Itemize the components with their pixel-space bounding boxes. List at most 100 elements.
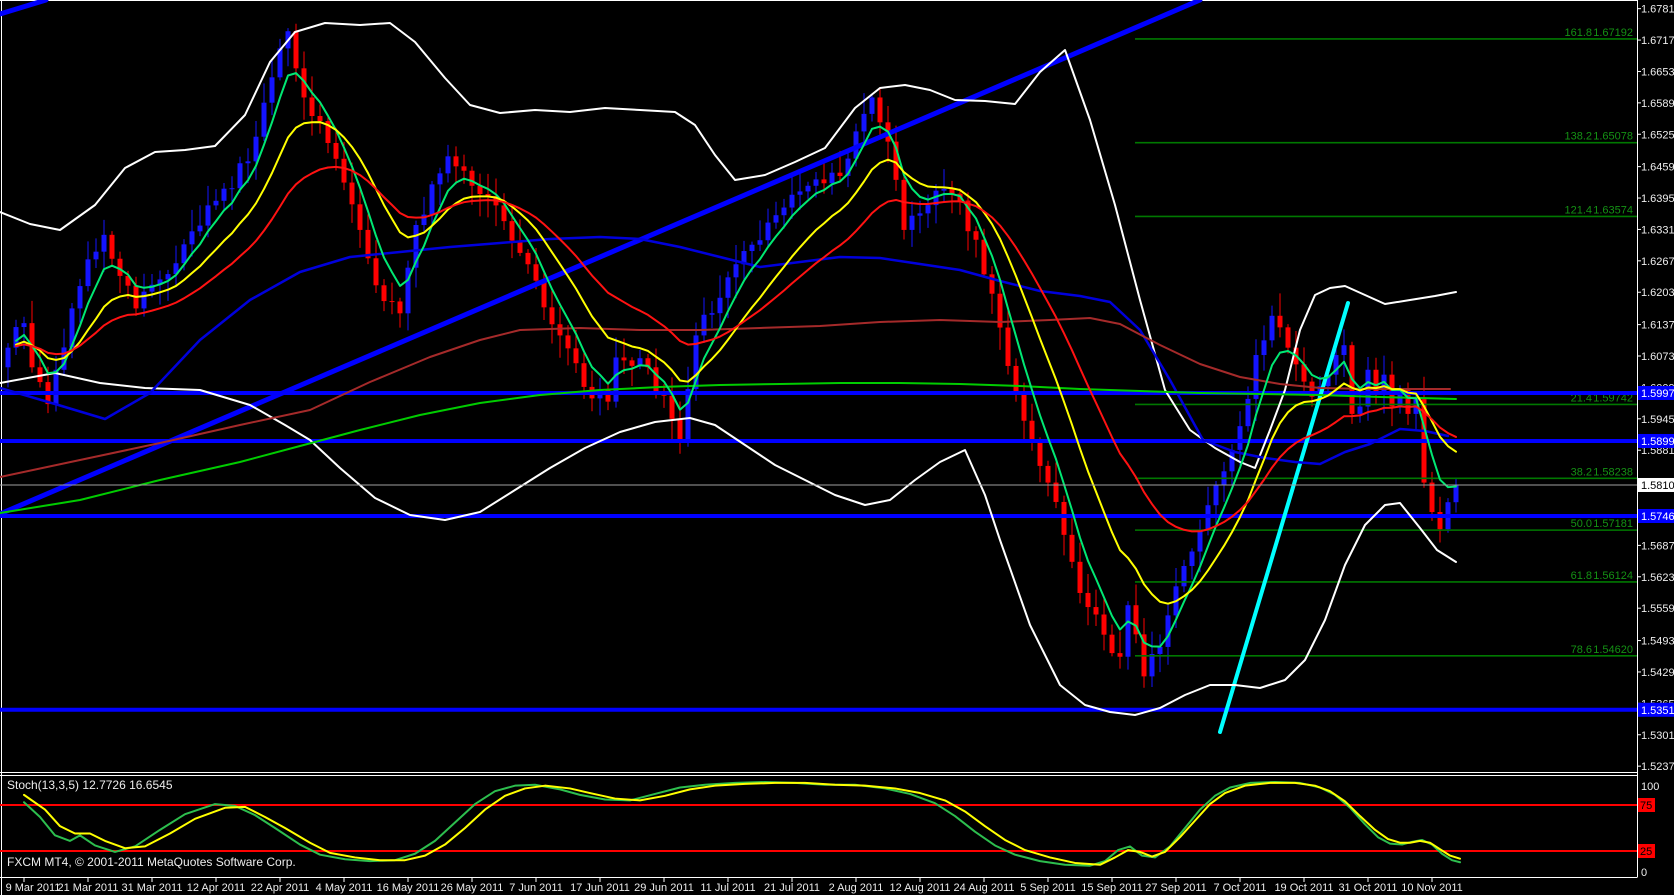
candle bbox=[438, 173, 443, 184]
price-tick-label: 1.53010 bbox=[1641, 730, 1674, 742]
candle bbox=[246, 161, 251, 163]
price-tick-label: 1.54930 bbox=[1641, 636, 1674, 648]
candle bbox=[214, 201, 219, 206]
candle bbox=[470, 171, 475, 186]
date-tick-label: 7 Oct 2011 bbox=[1214, 882, 1267, 894]
candle bbox=[614, 357, 619, 401]
fib-price-label: 1.67192 bbox=[1593, 27, 1633, 39]
candle bbox=[262, 103, 267, 137]
candle bbox=[878, 97, 883, 122]
candle bbox=[806, 186, 811, 192]
fib-price-label: 1.56124 bbox=[1593, 570, 1633, 582]
current-price-badge-text: 1.58101 bbox=[1641, 480, 1674, 492]
price-tick-label: 1.59450 bbox=[1641, 414, 1674, 426]
date-tick-label: 16 May 2011 bbox=[377, 882, 440, 894]
candle bbox=[550, 307, 555, 324]
candle bbox=[622, 357, 627, 360]
candle bbox=[1246, 399, 1251, 426]
candle bbox=[270, 77, 275, 102]
candle bbox=[862, 114, 867, 132]
candle bbox=[374, 258, 379, 285]
candle bbox=[358, 204, 363, 230]
candle bbox=[254, 137, 259, 162]
date-tick-label: 21 Mar 2011 bbox=[58, 882, 119, 894]
fib-level-label: 138.2 bbox=[1564, 131, 1592, 143]
candle bbox=[510, 221, 515, 240]
candle bbox=[1158, 647, 1163, 654]
date-tick-label: 7 Jun 2011 bbox=[509, 882, 563, 894]
candle bbox=[294, 31, 299, 68]
date-tick-label: 24 Aug 2011 bbox=[954, 882, 1015, 894]
candle bbox=[982, 240, 987, 275]
date-tick-label: 11 Jul 2011 bbox=[700, 882, 755, 894]
candle bbox=[142, 292, 147, 309]
candle bbox=[1118, 653, 1123, 657]
chart-canvas[interactable]: 161.81.67192138.21.65078121.41.6357421.4… bbox=[0, 0, 1674, 895]
date-tick-label: 22 Apr 2011 bbox=[251, 882, 310, 894]
date-tick-label: 17 Jun 2011 bbox=[570, 882, 630, 894]
candle bbox=[86, 259, 91, 286]
candle bbox=[110, 235, 115, 259]
price-tick-label: 1.65250 bbox=[1641, 129, 1674, 141]
indicator-value-signal: 16.6545 bbox=[129, 778, 172, 792]
hline-price-badge-text: 1.53519 bbox=[1641, 705, 1674, 717]
date-tick-label: 15 Sep 2011 bbox=[1081, 882, 1143, 894]
candle bbox=[190, 231, 195, 244]
candle bbox=[822, 179, 827, 183]
candle bbox=[814, 179, 819, 185]
price-tick-label: 1.64590 bbox=[1641, 162, 1674, 174]
price-tick-label: 1.61370 bbox=[1641, 320, 1674, 332]
candle bbox=[310, 97, 315, 116]
candle bbox=[758, 240, 763, 245]
price-tick-label: 1.52370 bbox=[1641, 761, 1674, 773]
candle bbox=[94, 252, 99, 260]
candle bbox=[902, 180, 907, 230]
date-tick-label: 27 Sep 2011 bbox=[1145, 882, 1207, 894]
candle bbox=[430, 184, 435, 214]
candle bbox=[790, 195, 795, 208]
candle bbox=[942, 189, 947, 191]
price-tick-label: 1.56870 bbox=[1641, 540, 1674, 552]
candle bbox=[734, 264, 739, 277]
price-tick-label: 1.62030 bbox=[1641, 287, 1674, 299]
fib-price-label: 1.63574 bbox=[1593, 204, 1633, 216]
fib-price-label: 1.57181 bbox=[1593, 518, 1633, 530]
date-tick-label: 31 Mar 2011 bbox=[122, 882, 183, 894]
candle bbox=[574, 348, 579, 363]
candle bbox=[566, 335, 571, 348]
price-tick-label: 1.63950 bbox=[1641, 193, 1674, 205]
candle bbox=[1022, 392, 1027, 421]
price-tick-label: 1.60730 bbox=[1641, 351, 1674, 363]
candle bbox=[454, 156, 459, 166]
candle bbox=[1078, 562, 1083, 593]
date-tick-label: 12 Aug 2011 bbox=[890, 882, 951, 894]
candle bbox=[718, 298, 723, 313]
candle bbox=[870, 97, 875, 113]
candle bbox=[1430, 483, 1435, 512]
candle bbox=[750, 245, 755, 251]
fib-level-label: 121.4 bbox=[1564, 204, 1592, 216]
date-tick-label: 12 Apr 2011 bbox=[187, 882, 246, 894]
candle bbox=[230, 188, 235, 189]
candle bbox=[1270, 316, 1275, 341]
price-tick-label: 1.55590 bbox=[1641, 603, 1674, 615]
price-tick-label: 1.66530 bbox=[1641, 66, 1674, 78]
candle bbox=[726, 277, 731, 297]
candle bbox=[462, 166, 467, 170]
candle bbox=[1038, 441, 1043, 466]
indicator-value-main: 12.7726 bbox=[82, 778, 125, 792]
fib-level-label: 78.6 bbox=[1571, 644, 1592, 656]
date-tick-label: 19 Oct 2011 bbox=[1274, 882, 1333, 894]
candle bbox=[222, 189, 227, 201]
candle bbox=[206, 205, 211, 225]
fib-price-label: 1.58238 bbox=[1593, 466, 1633, 478]
candle bbox=[1054, 483, 1059, 502]
candle bbox=[1062, 502, 1067, 535]
hline-price-badge-text: 1.58998 bbox=[1641, 436, 1674, 448]
price-tick-label: 1.67810 bbox=[1641, 4, 1674, 16]
candle bbox=[1110, 635, 1115, 653]
candle bbox=[782, 208, 787, 216]
candle bbox=[1094, 607, 1099, 614]
candle bbox=[1230, 450, 1235, 471]
candle bbox=[1238, 426, 1243, 450]
